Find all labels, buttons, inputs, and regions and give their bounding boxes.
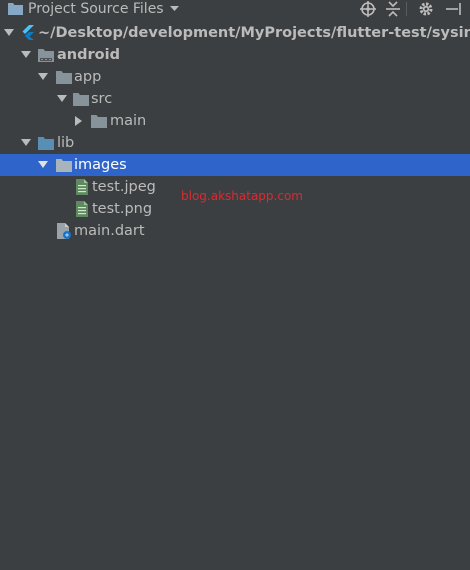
tree-item-main[interactable]: main xyxy=(0,110,470,132)
watermark-text: blog.akshatapp.com xyxy=(181,189,303,203)
expanded-arrow-icon[interactable] xyxy=(57,95,67,103)
expanded-arrow-icon[interactable] xyxy=(38,161,48,169)
image-file-icon xyxy=(76,179,88,195)
tree-item-app[interactable]: app xyxy=(0,66,470,88)
dropdown-caret-icon[interactable] xyxy=(170,6,179,12)
expanded-arrow-icon[interactable] xyxy=(4,29,14,37)
tree-item-label: main xyxy=(110,113,147,129)
expanded-arrow-icon[interactable] xyxy=(21,139,31,147)
hide-panel-icon[interactable] xyxy=(445,1,461,17)
source-folder-icon xyxy=(38,137,54,150)
module-folder-icon xyxy=(38,49,54,62)
tree-item-label: images xyxy=(74,157,127,173)
locate-icon[interactable] xyxy=(360,1,376,17)
tree-item-label: android xyxy=(57,47,120,63)
gear-icon[interactable] xyxy=(418,1,434,17)
folder-icon xyxy=(56,159,72,172)
tree-item-label: test.png xyxy=(92,201,153,217)
folder-icon xyxy=(91,115,107,128)
tree-item-label: app xyxy=(74,69,102,85)
toolbar-separator xyxy=(406,2,407,16)
tree-item-android[interactable]: android xyxy=(0,44,470,66)
dart-file-icon xyxy=(57,223,71,239)
expanded-arrow-icon[interactable] xyxy=(38,73,48,81)
image-file-icon xyxy=(76,201,88,217)
tree-item-src[interactable]: src xyxy=(0,88,470,110)
tree-item-label: main.dart xyxy=(74,223,145,239)
tree-item-label: lib xyxy=(57,135,75,151)
flutter-icon xyxy=(22,25,34,40)
tree-item-label: src xyxy=(91,91,113,107)
tree-item-main-dart[interactable]: main.dart xyxy=(0,220,470,242)
tree-item-label: test.jpeg xyxy=(92,179,156,195)
tree-item-label: ~/Desktop/development/MyProjects/flutter… xyxy=(38,25,470,41)
folder-icon xyxy=(56,71,72,84)
panel-header: Project Source Files xyxy=(0,0,470,19)
folder-icon xyxy=(73,93,89,106)
tree-item-images[interactable]: images xyxy=(0,154,470,176)
collapsed-arrow-icon[interactable] xyxy=(75,116,83,126)
folder-icon xyxy=(8,3,23,15)
expanded-arrow-icon[interactable] xyxy=(21,51,31,59)
panel-title[interactable]: Project Source Files xyxy=(28,0,164,18)
collapse-all-icon[interactable] xyxy=(385,1,401,17)
tree-item-root[interactable]: ~/Desktop/development/MyProjects/flutter… xyxy=(0,22,470,44)
tree-item-lib[interactable]: lib xyxy=(0,132,470,154)
